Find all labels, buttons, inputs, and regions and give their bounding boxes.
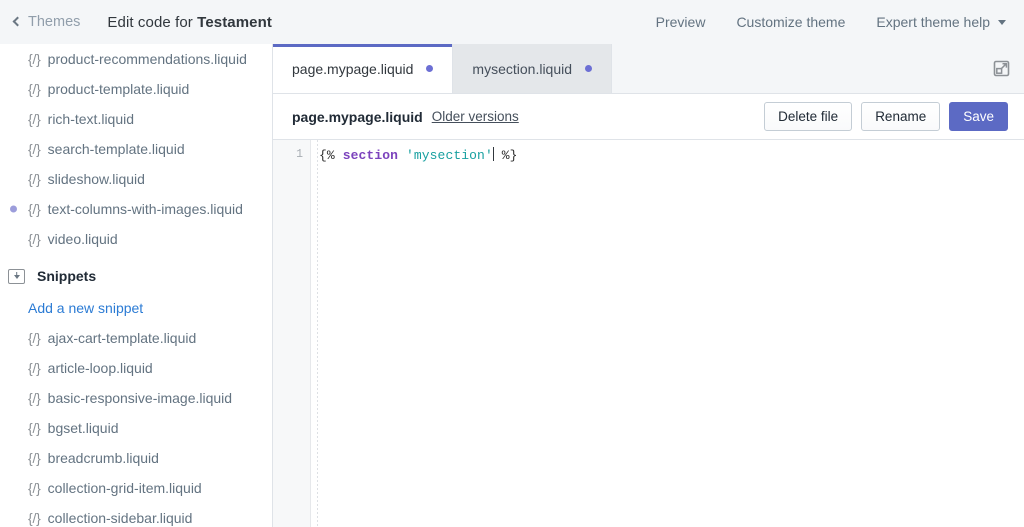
preview-link[interactable]: Preview [656,14,706,30]
editor-tab-strip: page.mypage.liquid mysection.liquid [273,44,1024,94]
list-item[interactable]: {/} breadcrumb.liquid [0,443,272,473]
liquid-open-delimiter: {% [319,148,343,163]
list-item[interactable]: {/} search-template.liquid [0,134,272,164]
file-name: basic-responsive-image.liquid [47,390,233,406]
liquid-file-icon: {/} [28,390,41,406]
back-to-themes-link[interactable]: Themes [12,14,81,30]
liquid-file-icon: {/} [28,480,41,496]
liquid-file-icon: {/} [28,231,41,247]
list-item[interactable]: {/} rich-text.liquid [0,104,272,134]
file-actions: Delete file Rename Save [764,102,1008,131]
line-number-gutter: 1 [273,140,311,527]
list-item[interactable]: {/} product-recommendations.liquid [0,44,272,74]
file-name: text-columns-with-images.liquid [47,201,243,217]
file-name: rich-text.liquid [47,111,135,127]
liquid-file-icon: {/} [28,360,41,376]
delete-file-button[interactable]: Delete file [764,102,853,131]
tab-strip-filler [612,44,978,93]
list-item[interactable]: {/} collection-sidebar.liquid [0,503,272,527]
customize-theme-link[interactable]: Customize theme [736,14,845,30]
list-item[interactable]: {/} bgset.liquid [0,413,272,443]
list-item[interactable]: {/} basic-responsive-image.liquid [0,383,272,413]
file-header-bar: page.mypage.liquid Older versions Delete… [273,94,1024,140]
tab-label: mysection.liquid [472,60,573,77]
theme-code-editor-app: Themes Edit code for Testament Preview C… [0,0,1024,527]
file-name: collection-sidebar.liquid [47,510,193,526]
tab-page-mypage-liquid[interactable]: page.mypage.liquid [273,44,454,93]
liquid-close-delimiter: %} [493,148,518,163]
list-item[interactable]: {/} video.liquid [0,224,272,254]
snippets-file-list: {/} ajax-cart-template.liquid {/} articl… [0,323,272,527]
liquid-file-icon: {/} [28,201,41,217]
editor-scrollbar[interactable] [1017,140,1024,527]
expert-theme-help-menu[interactable]: Expert theme help [876,14,1006,30]
snippets-folder-header[interactable]: Snippets [0,259,272,293]
file-name: ajax-cart-template.liquid [47,330,197,346]
liquid-file-icon: {/} [28,510,41,526]
expert-theme-help-label: Expert theme help [876,14,990,30]
folder-download-icon [8,268,25,284]
liquid-file-icon: {/} [28,420,41,436]
file-name: bgset.liquid [47,420,119,436]
file-name: search-template.liquid [47,141,185,157]
code-editor[interactable]: 1 {% section 'mysection' %} [273,140,1024,527]
chevron-down-icon [998,19,1006,25]
file-name: collection-grid-item.liquid [47,480,202,496]
expand-editor-button[interactable] [978,44,1024,93]
snippets-folder-label: Snippets [37,268,97,284]
list-item[interactable]: {/} article-loop.liquid [0,353,272,383]
line-number: 1 [296,148,303,161]
list-item[interactable]: {/} collection-grid-item.liquid [0,473,272,503]
file-tree-sidebar[interactable]: {/} product-recommendations.liquid {/} p… [0,44,273,527]
add-new-snippet-link[interactable]: Add a new snippet [0,293,272,323]
liquid-file-icon: {/} [28,111,41,127]
file-name: video.liquid [47,231,118,247]
list-item[interactable]: {/} slideshow.liquid [0,164,272,194]
unsaved-changes-dot [10,205,17,213]
editor-pane: page.mypage.liquid mysection.liquid page… [273,44,1024,527]
file-name: product-template.liquid [47,81,190,97]
sections-file-list: {/} product-recommendations.liquid {/} p… [0,44,272,254]
tab-label: page.mypage.liquid [292,60,414,77]
file-name: slideshow.liquid [47,171,145,187]
page-title-prefix: Edit code for [107,13,198,31]
code-content-area[interactable]: {% section 'mysection' %} [319,140,1024,165]
top-bar-actions: Preview Customize theme Expert theme hel… [656,14,1006,30]
expand-icon [993,60,1009,77]
back-to-themes-label: Themes [28,14,81,30]
current-file-name: page.mypage.liquid [292,108,423,125]
liquid-file-icon: {/} [28,330,41,346]
save-button[interactable]: Save [949,102,1008,131]
file-name: article-loop.liquid [47,360,153,376]
liquid-file-icon: {/} [28,51,41,67]
code-line-1[interactable]: {% section 'mysection' %} [319,146,1024,165]
liquid-string-argument: 'mysection' [405,148,493,163]
page-title-theme-name: Testament [197,13,272,31]
liquid-file-icon: {/} [28,141,41,157]
top-bar: Themes Edit code for Testament Preview C… [0,0,1024,44]
liquid-file-icon: {/} [28,450,41,466]
unsaved-changes-dot [426,65,434,72]
chevron-left-icon [12,16,23,27]
indent-guide [317,140,318,527]
liquid-tag-keyword: section [342,148,399,163]
liquid-file-icon: {/} [28,81,41,97]
unsaved-changes-dot [585,65,593,72]
tab-mysection-liquid[interactable]: mysection.liquid [453,44,613,93]
list-item[interactable]: {/} ajax-cart-template.liquid [0,323,272,353]
rename-button[interactable]: Rename [861,102,941,131]
file-name: breadcrumb.liquid [47,450,159,466]
list-item[interactable]: {/} text-columns-with-images.liquid [0,194,272,224]
file-name: product-recommendations.liquid [47,51,247,67]
older-versions-link[interactable]: Older versions [432,109,519,124]
liquid-file-icon: {/} [28,171,41,187]
page-title: Edit code for Testament [107,14,272,31]
list-item[interactable]: {/} product-template.liquid [0,74,272,104]
